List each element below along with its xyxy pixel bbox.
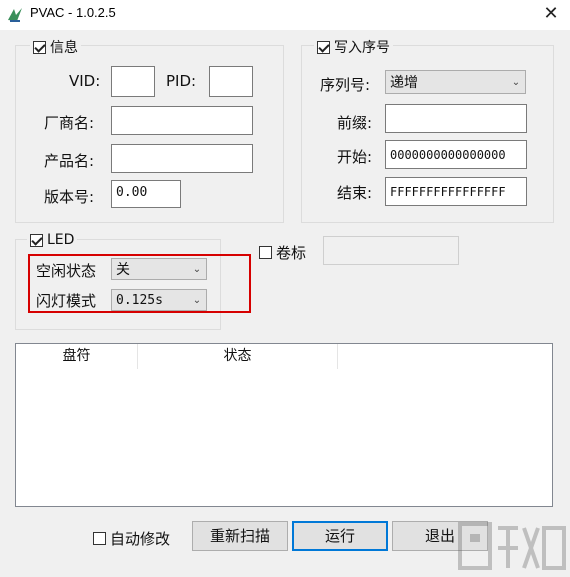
drive-list[interactable]: 盘符 状态 bbox=[15, 343, 553, 507]
product-input[interactable] bbox=[111, 144, 253, 173]
pid-label: PID: bbox=[166, 72, 197, 90]
end-label: 结束: bbox=[337, 184, 373, 202]
column-header-status[interactable]: 状态 bbox=[138, 344, 337, 369]
prefix-input[interactable] bbox=[385, 104, 527, 133]
led-group-legend[interactable]: LED bbox=[27, 231, 78, 249]
column-divider bbox=[337, 344, 338, 369]
chevron-down-icon: ⌄ bbox=[511, 76, 521, 88]
rescan-button[interactable]: 重新扫描 bbox=[192, 521, 288, 551]
auto-modify-label: 自动修改 bbox=[110, 530, 171, 548]
run-button[interactable]: 运行 bbox=[292, 521, 388, 551]
led-legend-label: LED bbox=[47, 232, 75, 248]
close-icon[interactable]: ✕ bbox=[532, 0, 570, 30]
serial-mode-select[interactable]: 递增 ⌄ bbox=[385, 70, 526, 94]
serial-mode-label: 序列号: bbox=[320, 76, 371, 94]
start-input[interactable]: 0000000000000000 bbox=[385, 140, 527, 169]
volume-label-checkbox[interactable] bbox=[259, 246, 272, 259]
column-header-drive[interactable]: 盘符 bbox=[16, 344, 137, 369]
prefix-label: 前缀: bbox=[337, 114, 373, 132]
app-logo-icon bbox=[8, 8, 22, 22]
led-checkbox[interactable] bbox=[30, 233, 43, 247]
volume-label-toggle[interactable]: 卷标 bbox=[259, 242, 306, 263]
watermark-logo bbox=[458, 522, 566, 570]
highlight-annotation-box bbox=[28, 254, 251, 313]
end-input[interactable]: FFFFFFFFFFFFFFFF bbox=[385, 177, 527, 206]
window-title: PVAC - 1.0.2.5 bbox=[30, 5, 116, 20]
serial-checkbox[interactable] bbox=[317, 40, 330, 54]
vid-input[interactable] bbox=[111, 66, 155, 97]
start-label: 开始: bbox=[337, 148, 373, 166]
serial-group-legend[interactable]: 写入序号 bbox=[314, 38, 393, 56]
info-checkbox[interactable] bbox=[33, 40, 46, 54]
volume-label-input[interactable] bbox=[323, 236, 459, 265]
info-legend-label: 信息 bbox=[50, 40, 78, 56]
vid-label: VID: bbox=[69, 72, 101, 90]
serial-legend-label: 写入序号 bbox=[334, 40, 390, 56]
volume-label-text: 卷标 bbox=[276, 244, 307, 262]
product-label: 产品名: bbox=[44, 152, 95, 170]
pid-input[interactable] bbox=[209, 66, 253, 97]
auto-modify-checkbox[interactable] bbox=[93, 532, 106, 545]
vendor-input[interactable] bbox=[111, 106, 253, 135]
auto-modify-toggle[interactable]: 自动修改 bbox=[93, 528, 170, 549]
info-group-legend[interactable]: 信息 bbox=[30, 38, 81, 56]
vendor-label: 厂商名: bbox=[44, 114, 95, 132]
version-input[interactable]: 0.00 bbox=[111, 180, 181, 208]
serial-mode-value: 递增 bbox=[390, 75, 418, 91]
title-bar: PVAC - 1.0.2.5 ✕ bbox=[0, 0, 570, 30]
version-label: 版本号: bbox=[44, 188, 95, 206]
